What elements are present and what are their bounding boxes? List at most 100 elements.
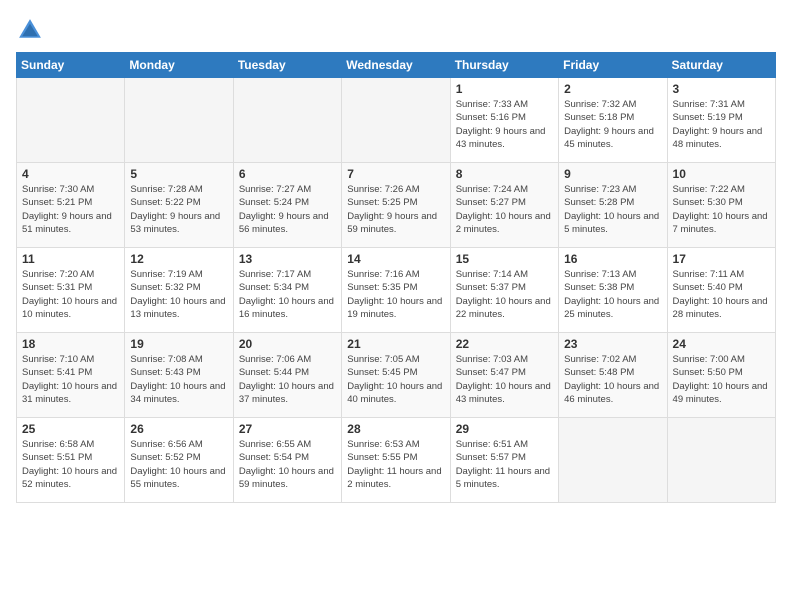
day-info: Sunrise: 7:17 AMSunset: 5:34 PMDaylight:… — [239, 268, 336, 321]
day-info: Sunrise: 7:23 AMSunset: 5:28 PMDaylight:… — [564, 183, 661, 236]
calendar-cell: 25 Sunrise: 6:58 AMSunset: 5:51 PMDayligh… — [17, 418, 125, 503]
weekday-header-friday: Friday — [559, 53, 667, 78]
day-info: Sunrise: 7:27 AMSunset: 5:24 PMDaylight:… — [239, 183, 336, 236]
calendar-cell — [342, 78, 450, 163]
logo — [16, 16, 48, 44]
day-number: 5 — [130, 167, 227, 181]
day-info: Sunrise: 7:02 AMSunset: 5:48 PMDaylight:… — [564, 353, 661, 406]
day-info: Sunrise: 7:05 AMSunset: 5:45 PMDaylight:… — [347, 353, 444, 406]
calendar-cell: 5 Sunrise: 7:28 AMSunset: 5:22 PMDaylight… — [125, 163, 233, 248]
day-info: Sunrise: 7:33 AMSunset: 5:16 PMDaylight:… — [456, 98, 553, 151]
day-number: 27 — [239, 422, 336, 436]
calendar-cell: 28 Sunrise: 6:53 AMSunset: 5:55 PMDayligh… — [342, 418, 450, 503]
day-info: Sunrise: 7:26 AMSunset: 5:25 PMDaylight:… — [347, 183, 444, 236]
calendar-cell: 26 Sunrise: 6:56 AMSunset: 5:52 PMDayligh… — [125, 418, 233, 503]
day-number: 7 — [347, 167, 444, 181]
day-number: 1 — [456, 82, 553, 96]
calendar-cell: 29 Sunrise: 6:51 AMSunset: 5:57 PMDayligh… — [450, 418, 558, 503]
day-info: Sunrise: 7:16 AMSunset: 5:35 PMDaylight:… — [347, 268, 444, 321]
calendar-table: SundayMondayTuesdayWednesdayThursdayFrid… — [16, 52, 776, 503]
day-number: 2 — [564, 82, 661, 96]
calendar-week-row: 1 Sunrise: 7:33 AMSunset: 5:16 PMDaylight… — [17, 78, 776, 163]
calendar-cell — [17, 78, 125, 163]
day-number: 28 — [347, 422, 444, 436]
day-number: 10 — [673, 167, 770, 181]
day-number: 25 — [22, 422, 119, 436]
weekday-header-monday: Monday — [125, 53, 233, 78]
calendar-cell: 7 Sunrise: 7:26 AMSunset: 5:25 PMDaylight… — [342, 163, 450, 248]
calendar-cell — [667, 418, 775, 503]
calendar-cell: 21 Sunrise: 7:05 AMSunset: 5:45 PMDayligh… — [342, 333, 450, 418]
calendar-cell: 27 Sunrise: 6:55 AMSunset: 5:54 PMDayligh… — [233, 418, 341, 503]
day-info: Sunrise: 7:03 AMSunset: 5:47 PMDaylight:… — [456, 353, 553, 406]
day-info: Sunrise: 7:31 AMSunset: 5:19 PMDaylight:… — [673, 98, 770, 151]
day-info: Sunrise: 7:13 AMSunset: 5:38 PMDaylight:… — [564, 268, 661, 321]
calendar-cell: 2Sunrise: 7:32 AMSunset: 5:18 PMDaylight… — [559, 78, 667, 163]
day-number: 13 — [239, 252, 336, 266]
calendar-cell: 3 Sunrise: 7:31 AMSunset: 5:19 PMDaylight… — [667, 78, 775, 163]
calendar-cell: 14 Sunrise: 7:16 AMSunset: 5:35 PMDayligh… — [342, 248, 450, 333]
calendar-cell: 22 Sunrise: 7:03 AMSunset: 5:47 PMDayligh… — [450, 333, 558, 418]
calendar-cell: 13 Sunrise: 7:17 AMSunset: 5:34 PMDayligh… — [233, 248, 341, 333]
day-number: 23 — [564, 337, 661, 351]
day-number: 18 — [22, 337, 119, 351]
day-number: 8 — [456, 167, 553, 181]
weekday-header-wednesday: Wednesday — [342, 53, 450, 78]
day-number: 26 — [130, 422, 227, 436]
calendar-cell: 6Sunrise: 7:27 AMSunset: 5:24 PMDaylight… — [233, 163, 341, 248]
calendar-cell: 23 Sunrise: 7:02 AMSunset: 5:48 PMDayligh… — [559, 333, 667, 418]
calendar-cell: 12 Sunrise: 7:19 AMSunset: 5:32 PMDayligh… — [125, 248, 233, 333]
day-info: Sunrise: 6:53 AMSunset: 5:55 PMDaylight:… — [347, 438, 444, 491]
calendar-cell: 10 Sunrise: 7:22 AMSunset: 5:30 PMDayligh… — [667, 163, 775, 248]
day-number: 24 — [673, 337, 770, 351]
day-info: Sunrise: 7:19 AMSunset: 5:32 PMDaylight:… — [130, 268, 227, 321]
calendar-cell: 8 Sunrise: 7:24 AMSunset: 5:27 PMDaylight… — [450, 163, 558, 248]
calendar-cell — [233, 78, 341, 163]
day-info: Sunrise: 7:22 AMSunset: 5:30 PMDaylight:… — [673, 183, 770, 236]
calendar-cell: 4 Sunrise: 7:30 AMSunset: 5:21 PMDaylight… — [17, 163, 125, 248]
day-number: 16 — [564, 252, 661, 266]
day-number: 22 — [456, 337, 553, 351]
day-info: Sunrise: 7:00 AMSunset: 5:50 PMDaylight:… — [673, 353, 770, 406]
calendar-cell: 1 Sunrise: 7:33 AMSunset: 5:16 PMDaylight… — [450, 78, 558, 163]
day-info: Sunrise: 6:56 AMSunset: 5:52 PMDaylight:… — [130, 438, 227, 491]
day-info: Sunrise: 6:51 AMSunset: 5:57 PMDaylight:… — [456, 438, 553, 491]
calendar-week-row: 25 Sunrise: 6:58 AMSunset: 5:51 PMDayligh… — [17, 418, 776, 503]
weekday-header-thursday: Thursday — [450, 53, 558, 78]
day-info: Sunrise: 6:55 AMSunset: 5:54 PMDaylight:… — [239, 438, 336, 491]
day-number: 12 — [130, 252, 227, 266]
calendar-cell: 15 Sunrise: 7:14 AMSunset: 5:37 PMDayligh… — [450, 248, 558, 333]
day-number: 15 — [456, 252, 553, 266]
day-info: Sunrise: 7:11 AMSunset: 5:40 PMDaylight:… — [673, 268, 770, 321]
calendar-cell: 18 Sunrise: 7:10 AMSunset: 5:41 PMDayligh… — [17, 333, 125, 418]
day-number: 4 — [22, 167, 119, 181]
day-info: Sunrise: 7:10 AMSunset: 5:41 PMDaylight:… — [22, 353, 119, 406]
calendar-cell — [125, 78, 233, 163]
day-info: Sunrise: 7:14 AMSunset: 5:37 PMDaylight:… — [456, 268, 553, 321]
day-number: 14 — [347, 252, 444, 266]
calendar-cell: 20Sunrise: 7:06 AMSunset: 5:44 PMDayligh… — [233, 333, 341, 418]
logo-icon — [16, 16, 44, 44]
day-info: Sunrise: 7:24 AMSunset: 5:27 PMDaylight:… — [456, 183, 553, 236]
day-info: Sunrise: 7:28 AMSunset: 5:22 PMDaylight:… — [130, 183, 227, 236]
calendar-week-row: 11 Sunrise: 7:20 AMSunset: 5:31 PMDayligh… — [17, 248, 776, 333]
calendar-cell — [559, 418, 667, 503]
calendar-cell: 19 Sunrise: 7:08 AMSunset: 5:43 PMDayligh… — [125, 333, 233, 418]
day-info: Sunrise: 7:06 AMSunset: 5:44 PMDaylight:… — [239, 353, 336, 406]
day-info: Sunrise: 6:58 AMSunset: 5:51 PMDaylight:… — [22, 438, 119, 491]
weekday-header-tuesday: Tuesday — [233, 53, 341, 78]
day-number: 11 — [22, 252, 119, 266]
day-number: 21 — [347, 337, 444, 351]
day-info: Sunrise: 7:20 AMSunset: 5:31 PMDaylight:… — [22, 268, 119, 321]
day-number: 9 — [564, 167, 661, 181]
day-number: 29 — [456, 422, 553, 436]
page-header — [16, 16, 776, 44]
calendar-week-row: 18 Sunrise: 7:10 AMSunset: 5:41 PMDayligh… — [17, 333, 776, 418]
day-number: 19 — [130, 337, 227, 351]
day-info: Sunrise: 7:08 AMSunset: 5:43 PMDaylight:… — [130, 353, 227, 406]
day-number: 3 — [673, 82, 770, 96]
day-number: 17 — [673, 252, 770, 266]
calendar-cell: 9 Sunrise: 7:23 AMSunset: 5:28 PMDaylight… — [559, 163, 667, 248]
day-info: Sunrise: 7:30 AMSunset: 5:21 PMDaylight:… — [22, 183, 119, 236]
calendar-week-row: 4 Sunrise: 7:30 AMSunset: 5:21 PMDaylight… — [17, 163, 776, 248]
